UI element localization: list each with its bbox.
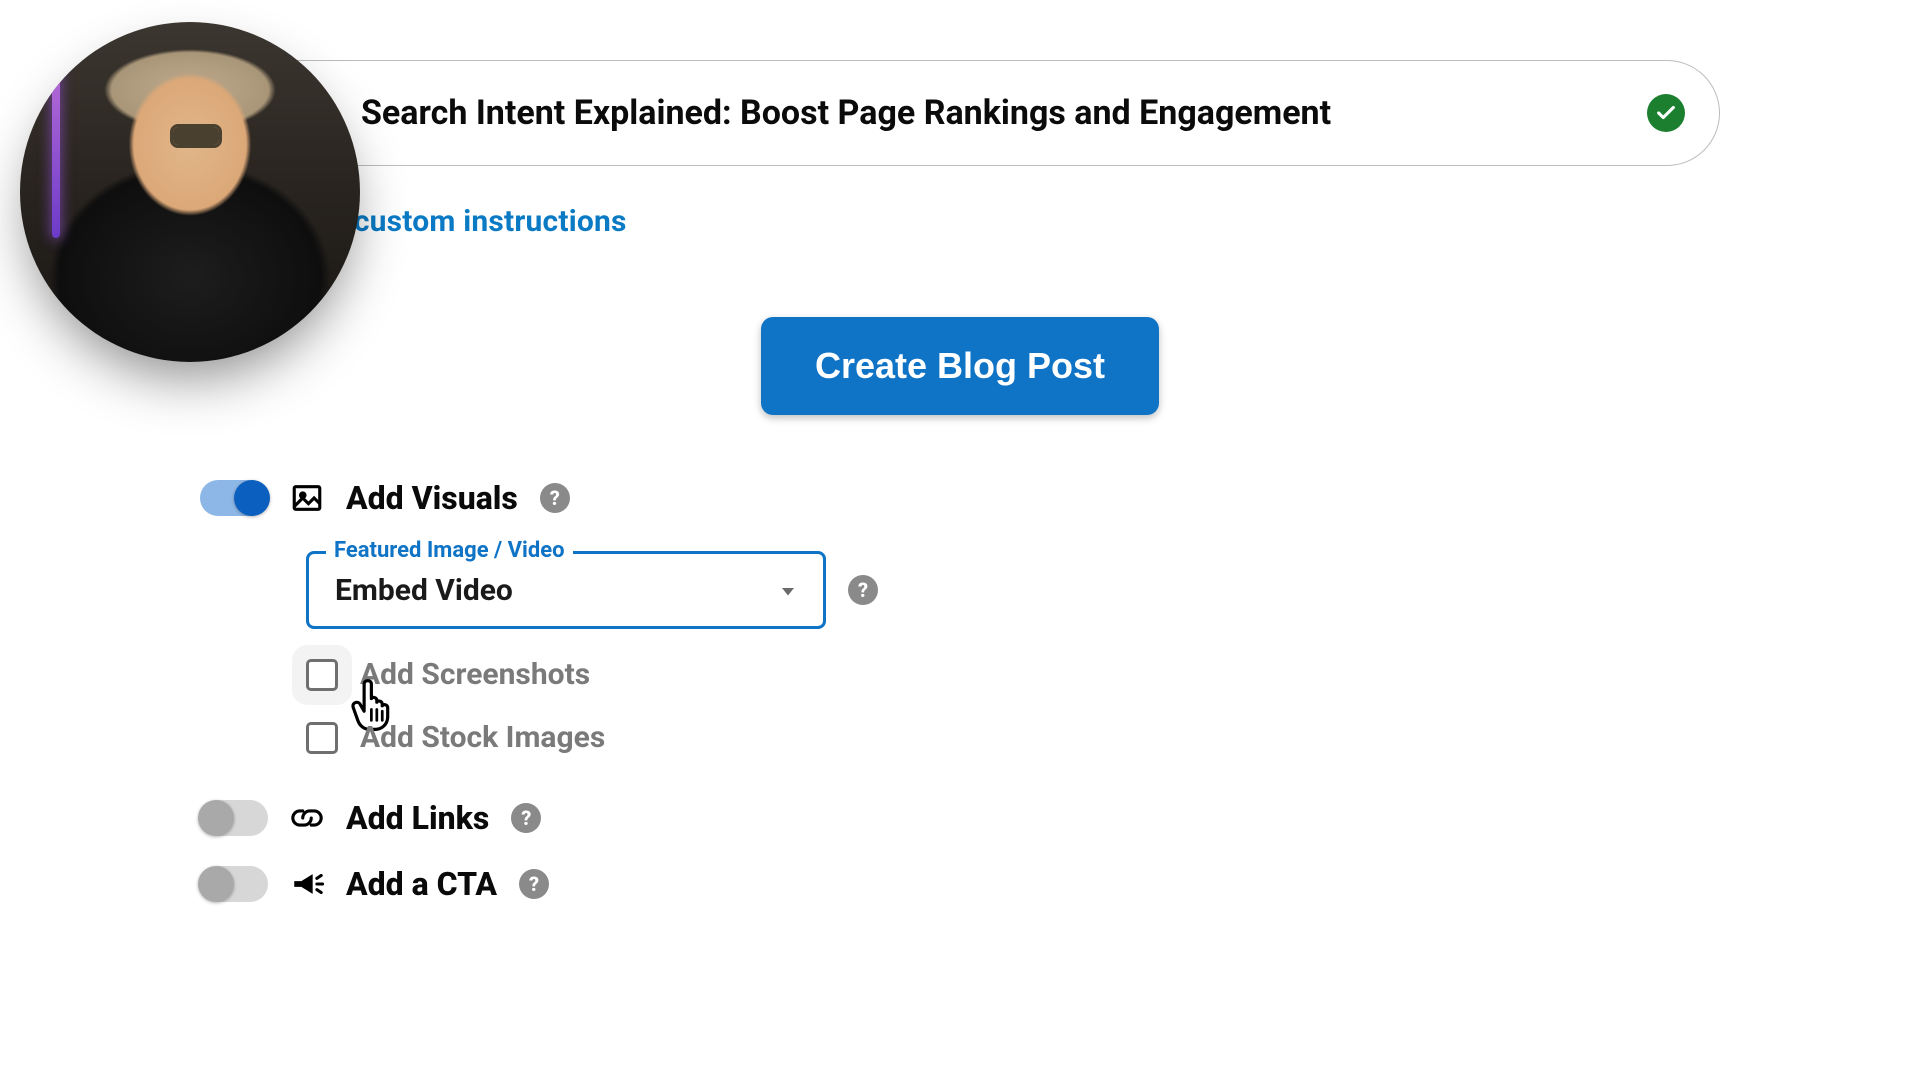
add-links-label: Add Links [346,799,489,837]
option-row-links: Add Links ? [200,785,1720,851]
custom-instructions-link[interactable]: r custom instructions [335,204,1720,239]
add-stock-images-label: Add Stock Images [360,720,605,755]
presenter-avatar [20,22,360,362]
add-stock-images-checkbox[interactable] [306,722,338,754]
add-screenshots-checkbox[interactable] [306,659,338,691]
add-visuals-label: Add Visuals [346,479,518,517]
megaphone-icon [290,867,324,901]
help-cta-icon[interactable]: ? [519,869,549,899]
title-validated-icon [1647,94,1685,132]
toggle-add-links[interactable] [200,800,268,836]
help-links-icon[interactable]: ? [511,803,541,833]
add-cta-label: Add a CTA [346,865,497,903]
featured-media-selected-value: Embed Video [335,573,513,608]
create-blog-post-button[interactable]: Create Blog Post [761,317,1159,415]
option-row-visuals: Add Visuals ? [200,465,1720,531]
toggle-add-cta[interactable] [200,866,268,902]
link-icon [290,801,324,835]
image-icon [290,481,324,515]
post-title-value: Search Intent Explained: Boost Page Rank… [361,93,1331,133]
add-screenshots-label: Add Screenshots [360,657,590,692]
toggle-add-visuals[interactable] [200,480,268,516]
help-visuals-icon[interactable]: ? [540,483,570,513]
post-title-input[interactable]: Search Intent Explained: Boost Page Rank… [200,60,1720,166]
help-featured-media-icon[interactable]: ? [848,575,878,605]
checkbox-row-stock-images: Add Stock Images [306,720,1720,755]
option-row-cta: Add a CTA ? [200,851,1720,917]
featured-media-field-label: Featured Image / Video [326,538,573,563]
chevron-down-icon [779,573,797,608]
checkbox-row-screenshots: Add Screenshots [306,657,1720,692]
